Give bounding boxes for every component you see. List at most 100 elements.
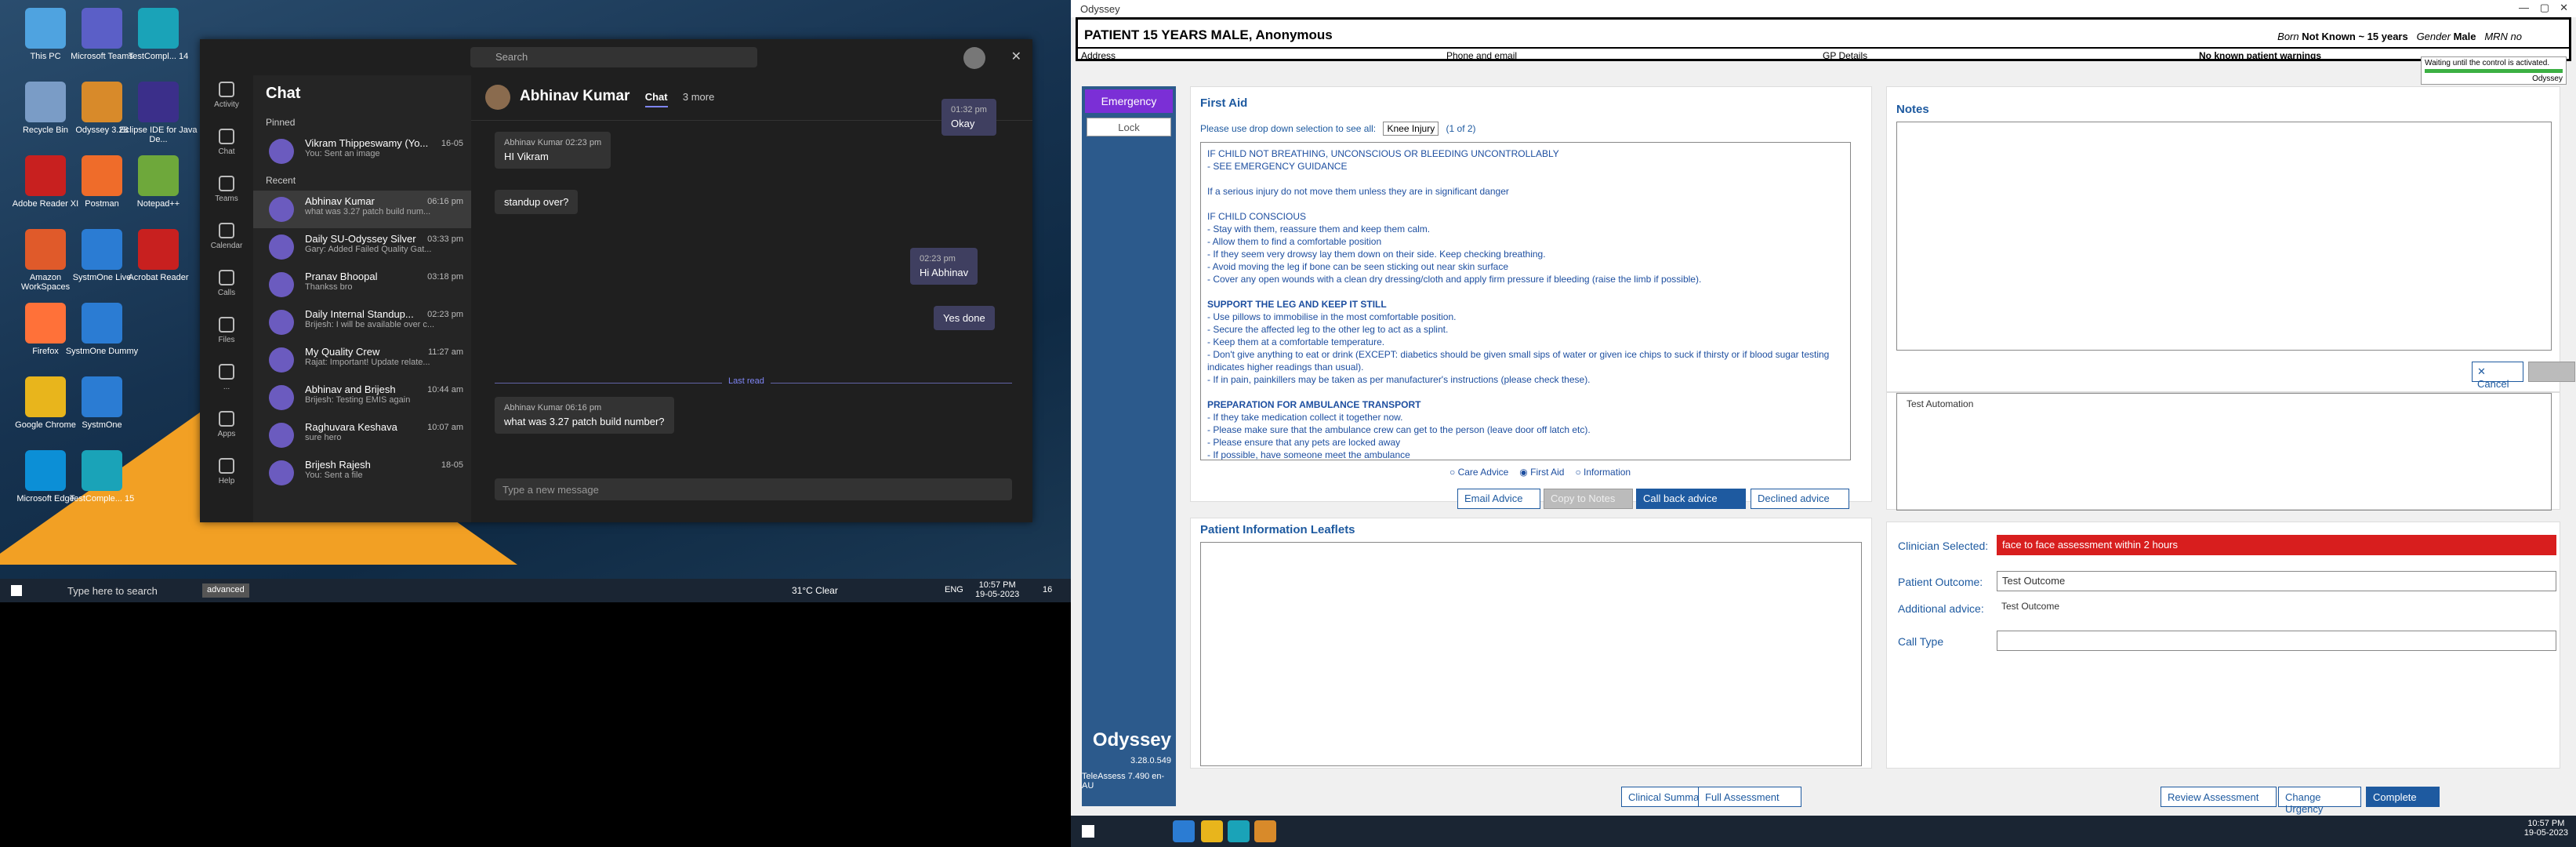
rail-item[interactable]: Apps xyxy=(200,405,253,452)
gp-label[interactable]: GP Details xyxy=(1823,50,1867,61)
tab-more[interactable]: 3 more xyxy=(683,91,714,103)
compose-input[interactable]: Type a new message xyxy=(495,478,1012,500)
recent-section[interactable]: Recent xyxy=(253,170,471,191)
pinned-section[interactable]: Pinned xyxy=(253,112,471,133)
folder-icon[interactable] xyxy=(1201,820,1223,842)
testcomplete-icon[interactable] xyxy=(1228,820,1250,842)
bottom-button[interactable]: Review Assessment xyxy=(2161,787,2277,807)
desktop-icon-label: TestCompl... 14 xyxy=(128,52,189,61)
bottom-button[interactable]: Change Urgency xyxy=(2278,787,2361,815)
odyssey-icon[interactable] xyxy=(1254,820,1276,842)
chat-list-item[interactable]: Daily SU-Odyssey Silver 03:33 pm Gary: Add… xyxy=(253,228,471,266)
clock[interactable]: 10:57 PM 19-05-2023 xyxy=(975,580,1019,599)
app-icon xyxy=(82,303,122,344)
rail-icon xyxy=(219,270,234,285)
teams-search-input[interactable]: Search xyxy=(470,47,757,67)
advice-button[interactable]: Email Advice xyxy=(1457,489,1540,509)
desktop-icon-label: Acrobat Reader xyxy=(128,273,189,282)
desktop-icon[interactable]: TestCompl... 14 xyxy=(119,5,198,83)
automation-tooltip: Waiting until the control is activated. … xyxy=(2421,56,2567,85)
outcome-dropdown[interactable]: Test Outcome xyxy=(1997,571,2556,591)
automation-panel: Test Automation xyxy=(1886,392,2560,511)
leaflets-box[interactable] xyxy=(1200,542,1862,766)
chat-list-item[interactable]: Abhinav and Brijesh 10:44 am Brijesh: Test… xyxy=(253,379,471,416)
desktop-icon[interactable]: SystmOne xyxy=(63,373,141,452)
message-text: HI Vikram xyxy=(504,151,549,162)
language[interactable]: ENG xyxy=(945,585,963,594)
bottom-button[interactable]: Complete xyxy=(2366,787,2440,807)
cancel-button[interactable]: ✕ Cancel xyxy=(2472,362,2523,390)
address-label[interactable]: Address xyxy=(1081,50,1116,61)
chat-list-item[interactable]: Daily Internal Standup... 02:23 pm Brijesh… xyxy=(253,304,471,341)
chat-preview: Brijesh: Testing EMIS again xyxy=(305,395,411,405)
close-icon[interactable]: ✕ xyxy=(2560,2,2568,14)
taskbar-search[interactable]: Type here to search xyxy=(39,579,196,602)
chat-time: 03:33 pm xyxy=(427,234,463,244)
outcome-label: Patient Outcome: xyxy=(1898,576,1983,588)
first-aid-text[interactable]: IF CHILD NOT BREATHING, UNCONSCIOUS OR B… xyxy=(1200,142,1851,460)
chat-list-item[interactable]: Brijesh Rajesh 18-05 You: Sent a file xyxy=(253,454,471,492)
injury-dropdown[interactable]: Knee Injury xyxy=(1383,122,1439,136)
notes-panel: Notes ✕ Cancel xyxy=(1886,86,2575,392)
desktop-icon[interactable]: TestComple... 15 xyxy=(63,447,141,525)
rail-icon xyxy=(219,129,234,144)
confirm-button[interactable] xyxy=(2528,362,2575,382)
chat-list-item[interactable]: Vikram Thippeswamy (Yo... 16-05 You: Sent … xyxy=(253,133,471,170)
rail-item[interactable]: ... xyxy=(200,358,253,405)
message-meta: Abhinav Kumar 06:16 pm xyxy=(504,403,602,413)
desktop-icon[interactable]: Acrobat Reader xyxy=(119,226,198,304)
advice-button[interactable]: Call back advice xyxy=(1636,489,1746,509)
minimize-icon[interactable]: — xyxy=(2519,2,2529,13)
avatar[interactable] xyxy=(963,47,985,69)
right-taskbar: 10:57 PM 19-05-2023 xyxy=(1071,816,2576,847)
desktop-icon[interactable]: Notepad++ xyxy=(119,152,198,231)
rail-item[interactable]: Calendar xyxy=(200,216,253,264)
desktop-icon[interactable]: SystmOne Dummy xyxy=(63,300,141,378)
desktop-icon[interactable]: Eclipse IDE for Java De... xyxy=(119,78,198,157)
automation-box[interactable]: Test Automation xyxy=(1896,393,2552,511)
tab-chat[interactable]: Chat xyxy=(644,91,668,107)
rail-item[interactable]: Files xyxy=(200,311,253,358)
rail-item[interactable]: Help xyxy=(200,452,253,499)
weather-text[interactable]: 31°C Clear xyxy=(792,585,838,596)
radio-option[interactable]: ○ Care Advice xyxy=(1449,467,1508,478)
chat-list-item[interactable]: Abhinav Kumar 06:16 pm what was 3.27 patch… xyxy=(253,191,471,228)
systmone-icon[interactable] xyxy=(1173,820,1195,842)
rail-item[interactable]: Calls xyxy=(200,264,253,311)
phone-label[interactable]: Phone and email xyxy=(1446,50,1517,61)
advanced-badge[interactable]: advanced xyxy=(202,583,249,598)
left-taskbar: Type here to search advanced 31°C Clear … xyxy=(0,579,1071,602)
radio-option[interactable]: ○ Information xyxy=(1575,467,1631,478)
radio-option[interactable]: ◉ First Aid xyxy=(1519,467,1564,478)
advice-button[interactable]: Declined advice xyxy=(1751,489,1849,509)
rail-item[interactable]: Activity xyxy=(200,75,253,122)
page-count: (1 of 2) xyxy=(1446,123,1476,134)
chat-list-item[interactable]: Pranav Bhoopal 03:18 pm Thankss bro xyxy=(253,266,471,304)
clock[interactable]: 10:57 PM 19-05-2023 xyxy=(2524,819,2568,838)
first-aid-line: - Keep them at a comfortable temperature… xyxy=(1207,336,1385,347)
clinician-field[interactable]: face to face assessment within 2 hours xyxy=(1997,535,2556,555)
calltype-dropdown[interactable] xyxy=(1997,631,2556,651)
windows-start-icon[interactable] xyxy=(1082,825,1094,838)
rail-item[interactable]: Chat xyxy=(200,122,253,169)
app-icon xyxy=(25,450,66,491)
chat-list-item[interactable]: Raghuvara Keshava 10:07 am sure hero xyxy=(253,416,471,454)
maximize-icon[interactable]: ▢ xyxy=(2540,2,2549,14)
chat-list-item[interactable]: My Quality Crew 11:27 am Rajat: Important!… xyxy=(253,341,471,379)
emergency-button[interactable]: Emergency xyxy=(1085,89,1173,113)
notification-badge[interactable]: 16 xyxy=(1043,585,1052,594)
rail-item[interactable]: Teams xyxy=(200,169,253,216)
advice-button[interactable]: Copy to Notes xyxy=(1544,489,1633,509)
windows-start-icon[interactable] xyxy=(11,585,22,596)
close-icon[interactable]: ✕ xyxy=(1011,49,1021,64)
teams-titlebar: Search ✕ xyxy=(200,39,1032,75)
chat-message: standup over? xyxy=(495,190,579,214)
warnings-label[interactable]: No known patient warnings xyxy=(2199,50,2321,61)
born-value: Not Known ~ 15 years xyxy=(2302,31,2408,42)
notes-textarea[interactable] xyxy=(1896,122,2552,351)
bottom-button[interactable]: Full Assessment xyxy=(1698,787,1801,807)
lock-button[interactable]: Lock xyxy=(1087,118,1171,136)
app-icon xyxy=(138,82,179,122)
chat-preview: You: Sent an image xyxy=(305,149,380,158)
app-icon xyxy=(25,376,66,417)
